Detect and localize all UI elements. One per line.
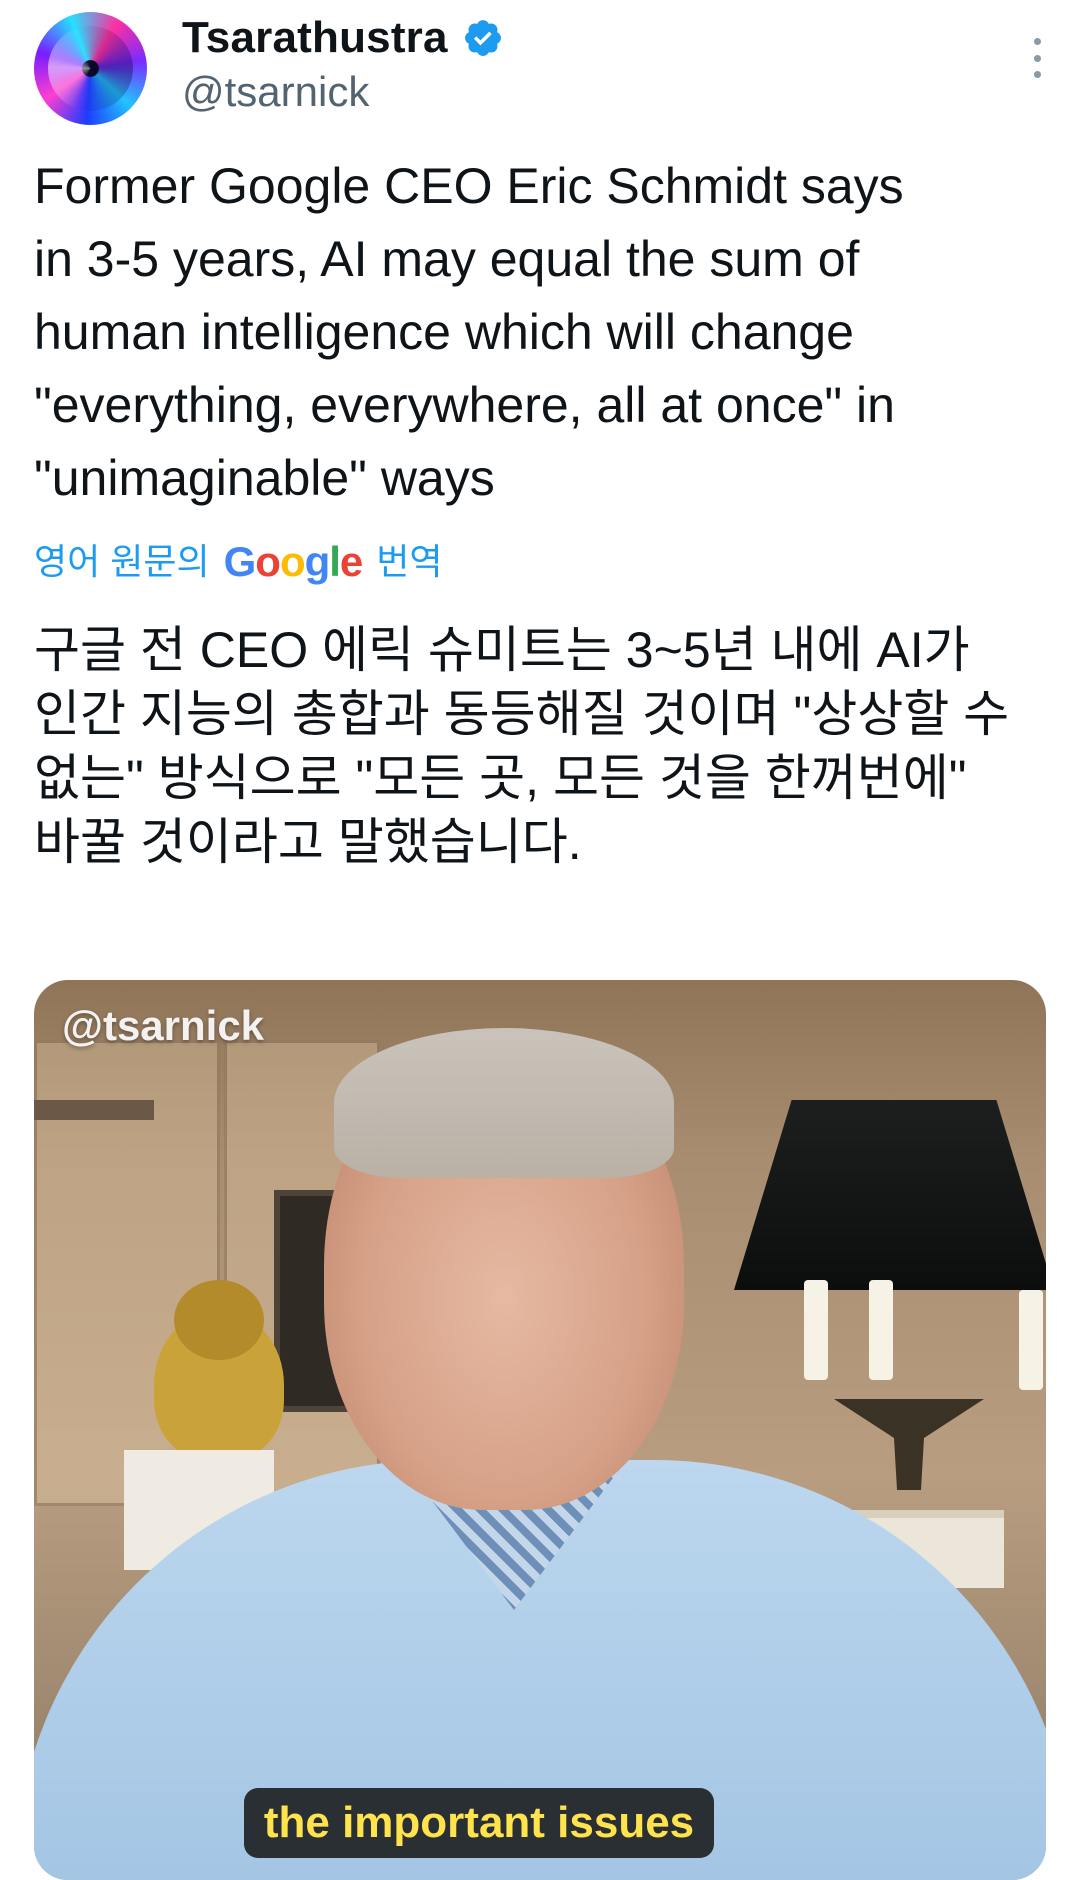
google-logo: Google xyxy=(223,538,364,585)
translated-text: 구글 전 CEO 에릭 슈미트는 3~5년 내에 AI가 인간 지능의 총합과 … xyxy=(34,622,1010,870)
more-options-icon[interactable] xyxy=(1030,38,1044,78)
person-hair xyxy=(334,1028,674,1178)
translate-bar[interactable]: 영어 원문의 Google 번역 xyxy=(34,537,443,587)
video-media[interactable]: @tsarnick the important issues xyxy=(34,980,1046,1880)
lamp-base xyxy=(834,1399,984,1490)
stuffed-toy-head xyxy=(174,1280,264,1360)
tweet-text: Former Google CEO Eric Schmidt says in 3… xyxy=(34,158,904,506)
author-handle[interactable]: @tsarnick xyxy=(182,66,369,118)
shelf xyxy=(34,1100,154,1120)
candle xyxy=(869,1280,893,1380)
verified-badge-icon xyxy=(464,20,501,56)
avatar[interactable] xyxy=(34,12,147,125)
more-dot xyxy=(1033,38,1041,45)
author-name-row[interactable]: Tsarathustra xyxy=(182,12,504,64)
translate-suffix: 번역 xyxy=(376,541,443,582)
avatar-swirl xyxy=(48,26,133,111)
candle xyxy=(804,1280,828,1380)
candle xyxy=(1019,1290,1043,1390)
more-dot xyxy=(1033,71,1041,78)
translate-prefix: 영어 원문의 xyxy=(34,541,210,582)
video-caption: the important issues xyxy=(244,1788,714,1858)
video-watermark: @tsarnick xyxy=(62,1002,265,1049)
author-display-name[interactable]: Tsarathustra xyxy=(182,12,448,64)
more-dot xyxy=(1033,54,1041,62)
lamp-shade xyxy=(734,1100,1046,1290)
